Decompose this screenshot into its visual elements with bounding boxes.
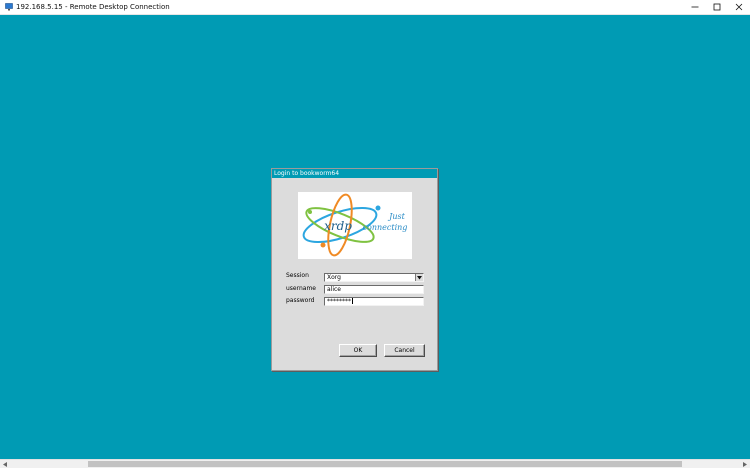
logo-tagline-line2: connecting — [363, 223, 408, 232]
username-field[interactable]: alice — [324, 285, 424, 294]
dialog-title: Login to bookworm64 — [272, 169, 437, 178]
username-value: alice — [327, 286, 342, 293]
password-field[interactable]: ******** — [324, 297, 424, 306]
xrdp-logo: xrdp Just connecting — [298, 192, 412, 259]
scrollbar-thumb[interactable] — [88, 461, 682, 467]
window-title: 192.168.5.15 - Remote Desktop Connection — [16, 3, 170, 11]
remote-desktop-app-icon — [5, 3, 13, 11]
scroll-left-icon[interactable] — [0, 460, 10, 468]
close-icon[interactable] — [728, 0, 750, 14]
logo-tagline-line1: Just — [387, 212, 405, 221]
logo-brand-text: xrdp — [324, 219, 352, 233]
password-masked-value: ******** — [327, 298, 351, 305]
chevron-down-icon[interactable] — [415, 274, 423, 281]
horizontal-scrollbar[interactable] — [0, 459, 750, 468]
window-titlebar[interactable]: 192.168.5.15 - Remote Desktop Connection — [0, 0, 750, 15]
minimize-icon[interactable] — [684, 0, 706, 14]
cancel-button[interactable]: Cancel — [384, 344, 425, 357]
session-select[interactable]: Xorg — [324, 273, 424, 282]
text-caret — [352, 298, 353, 304]
session-selected-value: Xorg — [327, 274, 341, 281]
login-dialog: Login to bookworm64 xrdp Just connecting… — [271, 168, 438, 371]
maximize-icon[interactable] — [706, 0, 728, 14]
ok-button[interactable]: OK — [339, 344, 377, 357]
scroll-right-icon[interactable] — [740, 460, 750, 468]
password-label: password — [286, 297, 315, 304]
username-label: username — [286, 285, 316, 292]
session-label: Session — [286, 272, 309, 279]
